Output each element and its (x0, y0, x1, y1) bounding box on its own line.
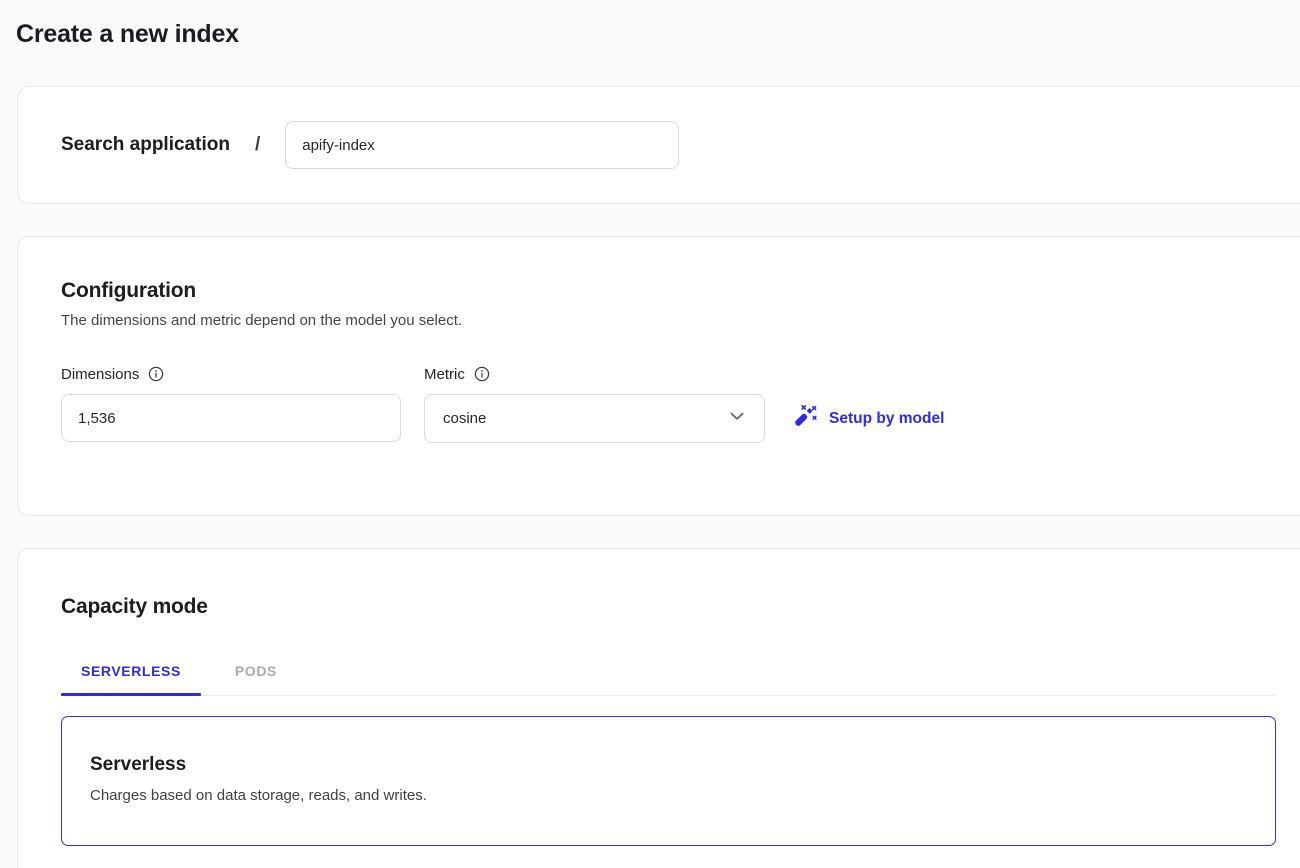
configuration-card: Configuration The dimensions and metric … (17, 236, 1300, 516)
create-index-page: Create a new index Search application / … (0, 18, 1300, 868)
serverless-option-card[interactable]: Serverless Charges based on data storage… (61, 716, 1276, 846)
configuration-title: Configuration (61, 277, 1274, 305)
dimensions-field-group: Dimensions (61, 365, 401, 442)
capacity-mode-card: Capacity mode SERVERLESS PODS Serverless… (17, 548, 1300, 868)
index-name-label: Search application (61, 134, 230, 156)
tab-serverless[interactable]: SERVERLESS (61, 652, 201, 695)
setup-by-model-link[interactable]: Setup by model (792, 403, 944, 434)
metric-field-group: Metric cosine (424, 365, 765, 443)
tab-pods[interactable]: PODS (215, 652, 297, 695)
dimensions-label-row: Dimensions (61, 365, 401, 385)
page-title: Create a new index (16, 18, 1284, 50)
dimensions-label: Dimensions (61, 365, 139, 385)
configuration-subtitle: The dimensions and metric depend on the … (61, 311, 1274, 331)
metric-label-row: Metric (424, 365, 765, 385)
name-separator: / (255, 134, 260, 156)
metric-select-value: cosine (443, 410, 486, 427)
index-name-card: Search application / (17, 86, 1300, 204)
magic-wand-icon (792, 403, 818, 434)
capacity-tabbar: SERVERLESS PODS (61, 652, 1276, 696)
capacity-mode-title: Capacity mode (61, 593, 1276, 621)
setup-by-model-label: Setup by model (829, 410, 944, 428)
info-icon[interactable] (148, 366, 164, 382)
info-icon[interactable] (474, 366, 490, 382)
metric-select[interactable]: cosine (424, 394, 765, 443)
serverless-option-title: Serverless (90, 753, 1247, 777)
metric-label: Metric (424, 365, 465, 385)
serverless-option-description: Charges based on data storage, reads, an… (90, 786, 1247, 806)
chevron-down-icon (726, 405, 748, 432)
configuration-fields-row: Dimensions Metric (61, 365, 1274, 443)
index-name-input[interactable] (285, 121, 679, 169)
dimensions-input[interactable] (61, 394, 401, 442)
